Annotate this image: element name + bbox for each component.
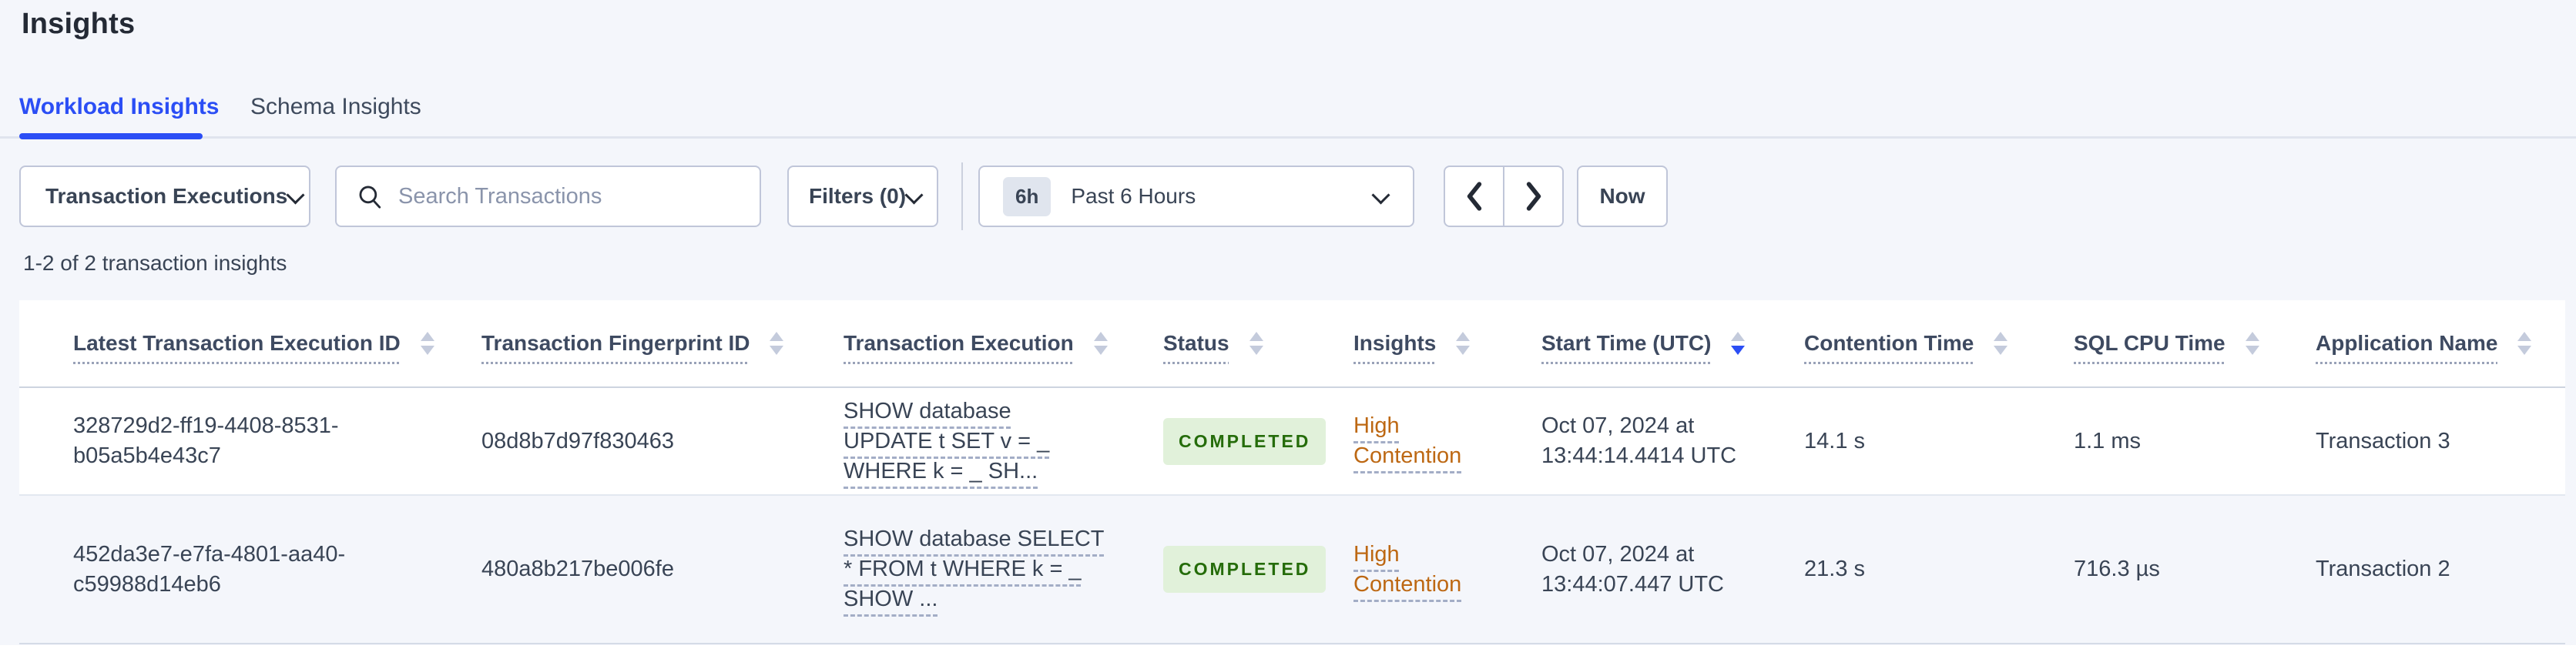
sort-icon[interactable] [1093, 332, 1108, 355]
statement-link[interactable]: SHOW database SELECT * FROM t WHERE k = … [844, 524, 1105, 614]
insight-link[interactable]: High Contention [1353, 540, 1488, 600]
cell-contention-time: 14.1 s [1804, 387, 2074, 496]
column-header-application-name[interactable]: Application Name [2316, 300, 2565, 388]
filters-button[interactable]: Filters (0) [787, 166, 938, 227]
sort-icon[interactable] [420, 332, 434, 355]
cell-insights: High Contention [1353, 495, 1541, 643]
chevron-down-icon [287, 188, 304, 205]
search-box [335, 166, 761, 227]
now-button[interactable]: Now [1577, 166, 1668, 227]
execution-type-label: Transaction Executions [45, 184, 288, 208]
cell-sql-cpu-time: 1.1 ms [2074, 387, 2316, 496]
sort-icon[interactable] [1994, 332, 2008, 355]
column-header-sql-cpu-time[interactable]: SQL CPU Time [2074, 300, 2316, 388]
now-button-label: Now [1599, 184, 1645, 208]
chevron-right-icon [1526, 182, 1541, 211]
time-range-label: Past 6 Hours [1071, 184, 1196, 208]
chevron-down-icon [1373, 188, 1390, 205]
sort-icon-descending-active[interactable] [1731, 332, 1746, 355]
sort-icon[interactable] [2517, 332, 2532, 355]
cell-transaction-execution: SHOW database SELECT * FROM t WHERE k = … [844, 495, 1163, 643]
time-range-badge: 6h [1003, 176, 1052, 216]
active-tab-indicator [19, 133, 203, 139]
cell-start-time: Oct 07, 2024 at 13:44:14.4414 UTC [1541, 387, 1804, 496]
search-icon [357, 183, 383, 209]
column-header-insights[interactable]: Insights [1353, 300, 1541, 388]
previous-time-range-button[interactable] [1445, 167, 1504, 226]
sort-icon[interactable] [1249, 332, 1263, 355]
sort-icon[interactable] [2245, 332, 2259, 355]
statement-link[interactable]: SHOW database UPDATE t SET v = _ WHERE k… [844, 396, 1105, 487]
execution-type-dropdown[interactable]: Transaction Executions [19, 166, 310, 227]
cell-insights: High Contention [1353, 387, 1541, 496]
table-header-row: Latest Transaction Execution ID Transact… [19, 300, 2565, 388]
cell-application-name: Transaction 2 [2316, 557, 2450, 581]
cell-fingerprint-id: 08d8b7d97f830463 [481, 387, 844, 496]
table-row: 452da3e7-e7fa-4801-aa40-c59988d14eb6 480… [19, 495, 2565, 643]
insight-link[interactable]: High Contention [1353, 411, 1488, 471]
cell-application-name: Transaction 3 [2316, 387, 2565, 496]
column-header-latest-transaction-execution-id[interactable]: Latest Transaction Execution ID [19, 300, 481, 388]
cell-status: COMPLETED [1163, 495, 1353, 643]
sort-icon[interactable] [770, 332, 784, 355]
column-header-transaction-execution[interactable]: Transaction Execution [844, 300, 1163, 388]
search-input[interactable] [398, 183, 740, 209]
time-range-picker[interactable]: 6h Past 6 Hours [978, 166, 1414, 227]
column-header-status[interactable]: Status [1163, 300, 1353, 388]
toolbar-divider [961, 162, 963, 230]
column-header-contention-time[interactable]: Contention Time [1804, 300, 2074, 388]
cell-start-time: Oct 07, 2024 at 13:44:07.447 UTC [1541, 541, 1724, 597]
filters-label: Filters (0) [809, 184, 907, 208]
status-badge: COMPLETED [1163, 417, 1327, 465]
results-summary: 1-2 of 2 transaction insights [23, 251, 287, 275]
page-bottom-area [0, 645, 2576, 659]
cell-contention-time: 21.3 s [1804, 557, 1865, 581]
transaction-insights-table: Latest Transaction Execution ID Transact… [19, 300, 2565, 643]
cell-transaction-execution: SHOW database UPDATE t SET v = _ WHERE k… [844, 387, 1163, 496]
insights-table-card: Latest Transaction Execution ID Transact… [19, 300, 2565, 644]
chevron-left-icon [1467, 182, 1481, 211]
page-title: Insights [22, 8, 136, 40]
sort-icon[interactable] [1456, 332, 1471, 355]
chevron-down-icon [906, 188, 923, 205]
tabs-bar: Workload Insights Schema Insights [0, 85, 2576, 139]
cell-sql-cpu-time: 716.3 µs [2074, 557, 2160, 581]
cell-execution-id: 452da3e7-e7fa-4801-aa40-c59988d14eb6 [73, 541, 346, 597]
tab-schema-insights[interactable]: Schema Insights [250, 94, 421, 120]
table-row: 328729d2-ff19-4408-8531-b05a5b4e43c7 08d… [19, 387, 2565, 496]
column-header-transaction-fingerprint-id[interactable]: Transaction Fingerprint ID [481, 300, 844, 388]
column-header-start-time[interactable]: Start Time (UTC) [1541, 300, 1804, 388]
tab-workload-insights[interactable]: Workload Insights [19, 94, 219, 120]
next-time-range-button[interactable] [1504, 167, 1562, 226]
cell-fingerprint-id: 480a8b217be006fe [481, 557, 674, 581]
cell-execution-id: 328729d2-ff19-4408-8531-b05a5b4e43c7 [19, 387, 481, 496]
status-badge: COMPLETED [1163, 546, 1327, 593]
time-step-buttons [1444, 166, 1564, 227]
cell-status: COMPLETED [1163, 387, 1353, 496]
